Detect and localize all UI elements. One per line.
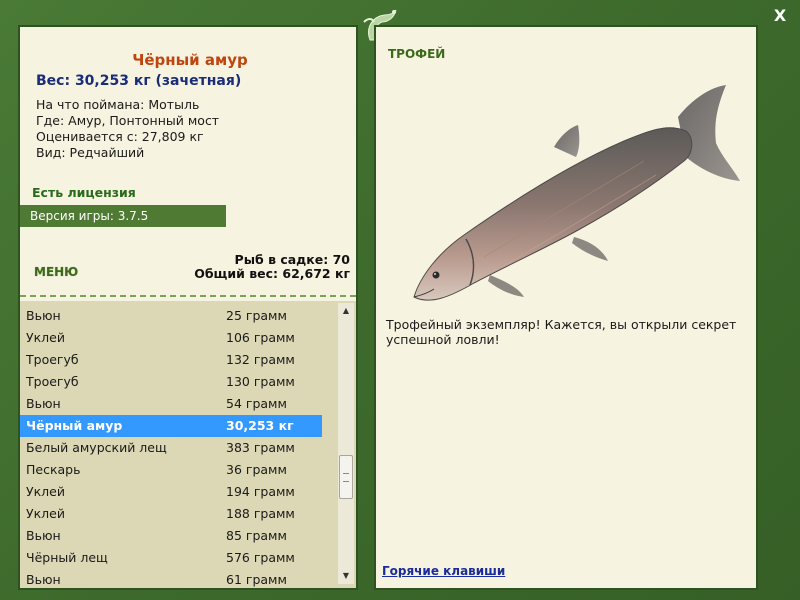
row-fish-name: Уклей (26, 330, 65, 345)
right-panel: ТРОФЕЙ Трофейный экземпляр! Кажется, вы … (374, 25, 758, 590)
scroll-up-arrow-icon[interactable]: ▲ (338, 303, 354, 319)
fish-count: Рыб в садке: 70 (234, 252, 350, 267)
catch-list[interactable]: Вьюн 25 грамм Уклей 106 грамм Троегуб 132 гра… (20, 301, 356, 588)
row-fish-weight: 130 грамм (226, 374, 295, 389)
row-fish-name: Вьюн (26, 308, 61, 323)
table-row[interactable]: Вьюн 54 грамм (20, 393, 322, 415)
row-fish-name: Вьюн (26, 396, 61, 411)
black-carp-fish-image (413, 85, 740, 301)
row-fish-name: Троегуб (26, 352, 79, 367)
table-row[interactable]: Уклей 194 грамм (20, 481, 322, 503)
row-fish-weight: 54 грамм (226, 396, 287, 411)
row-fish-weight: 36 грамм (226, 462, 287, 477)
row-fish-name: Уклей (26, 506, 65, 521)
row-fish-weight: 132 грамм (226, 352, 295, 367)
menu-button[interactable]: МЕНЮ (34, 265, 78, 279)
scroll-down-arrow-icon[interactable]: ▼ (338, 568, 354, 584)
scrollbar[interactable]: ▲ ▼ (338, 303, 354, 584)
species-rarity-text: Вид: Редчайший (36, 145, 145, 160)
fish-title: Чёрный амур (132, 51, 248, 69)
row-fish-name: Вьюн (26, 528, 61, 543)
row-fish-weight: 85 грамм (226, 528, 287, 543)
location-text: Где: Амур, Понтонный мост (36, 113, 220, 128)
row-fish-weight: 106 грамм (226, 330, 295, 345)
row-fish-weight: 25 грамм (226, 308, 287, 323)
license-status: Есть лицензия (32, 185, 136, 200)
table-row[interactable]: Вьюн 25 грамм (20, 305, 322, 327)
dashed-divider (20, 295, 356, 297)
fish-weight: Вес: 30,253 кг (зачетная) (36, 73, 242, 89)
row-fish-weight: 576 грамм (226, 550, 295, 565)
table-row[interactable]: Пескарь 36 грамм (20, 459, 322, 481)
window-frame: X Чёрный амур Вес: 30,253 кг (зачетная) … (0, 0, 800, 600)
scroll-thumb[interactable] (339, 455, 353, 499)
row-fish-name: Белый амурский лещ (26, 440, 167, 455)
caught-on-text: На что поймана: Мотыль (36, 97, 200, 112)
table-row[interactable]: Троегуб 132 грамм (20, 349, 322, 371)
row-fish-weight: 188 грамм (226, 506, 295, 521)
table-row[interactable]: Уклей 106 грамм (20, 327, 322, 349)
row-fish-weight: 383 грамм (226, 440, 295, 455)
row-fish-name: Чёрный амур (26, 418, 123, 433)
row-fish-name: Пескарь (26, 462, 81, 477)
row-fish-weight: 30,253 кг (226, 418, 294, 433)
table-row[interactable]: Троегуб 130 грамм (20, 371, 322, 393)
trophy-description: Трофейный экземпляр! Кажется, вы открыли… (386, 317, 737, 347)
catch-list-rows: Вьюн 25 грамм Уклей 106 грамм Троегуб 132 гра… (20, 305, 322, 588)
close-button[interactable]: X (770, 6, 790, 26)
row-fish-weight: 61 грамм (226, 572, 287, 587)
row-fish-name: Чёрный лещ (26, 550, 108, 565)
hotkeys-link[interactable]: Горячие клавиши (382, 564, 505, 578)
table-row[interactable]: Вьюн 85 грамм (20, 525, 322, 547)
row-fish-name: Вьюн (26, 572, 61, 587)
table-row[interactable]: Чёрный лещ 576 грамм (20, 547, 322, 569)
table-row[interactable]: Белый амурский лещ 383 грамм (20, 437, 322, 459)
table-row[interactable]: Вьюн 61 грамм (20, 569, 322, 588)
valued-from-text: Оценивается с: 27,809 кг (36, 129, 204, 144)
version-bar: Версия игры: 3.7.5 (20, 205, 226, 227)
fish-info: На что поймана: Мотыль Где: Амур, Понтон… (36, 97, 219, 161)
row-fish-name: Троегуб (26, 374, 79, 389)
table-row[interactable]: Чёрный амур 30,253 кг (20, 415, 322, 437)
left-panel: Чёрный амур Вес: 30,253 кг (зачетная) На… (18, 25, 358, 590)
table-row[interactable]: Уклей 188 грамм (20, 503, 322, 525)
keepnet-stats: Рыб в садке: 70 Общий вес: 62,672 кг (194, 253, 350, 281)
total-weight: Общий вес: 62,672 кг (194, 266, 350, 281)
row-fish-name: Уклей (26, 484, 65, 499)
row-fish-weight: 194 грамм (226, 484, 295, 499)
